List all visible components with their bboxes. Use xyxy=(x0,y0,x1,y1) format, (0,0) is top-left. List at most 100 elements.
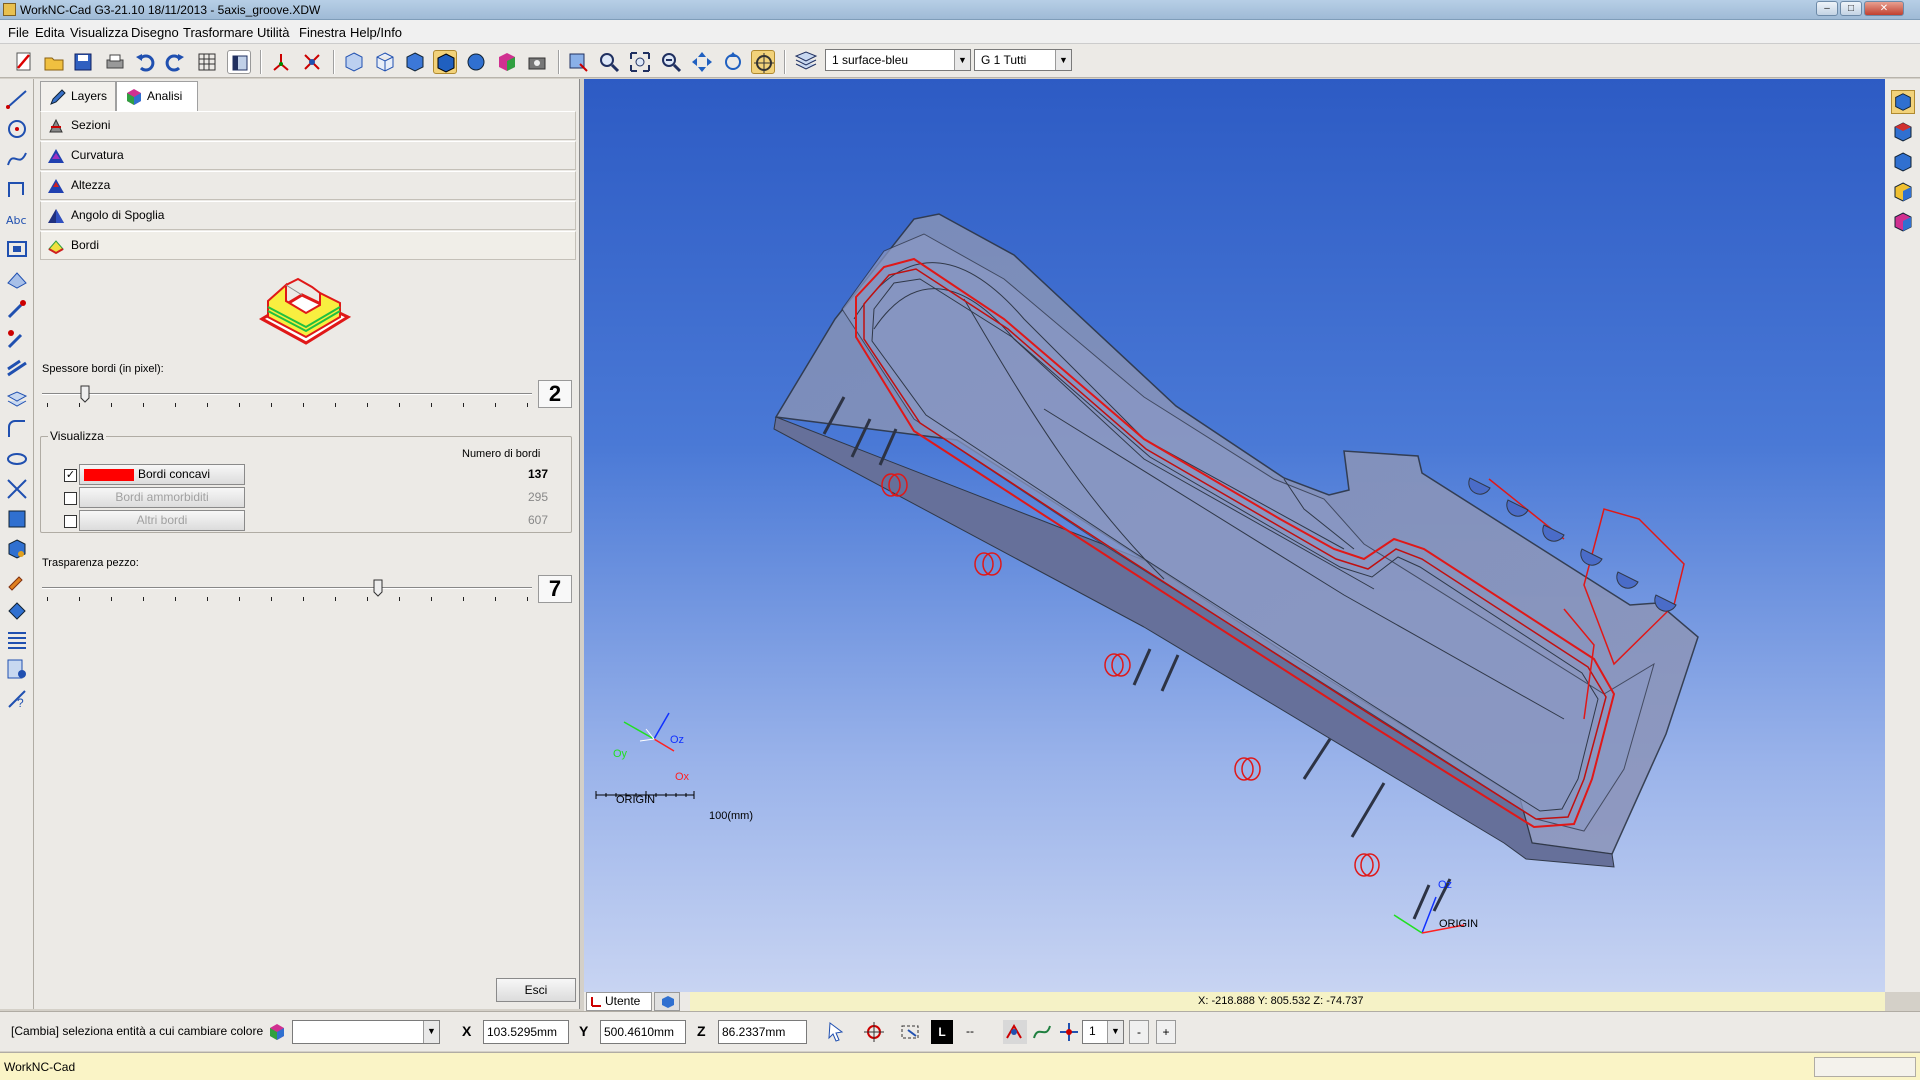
view-cube-top-icon[interactable] xyxy=(1891,120,1915,144)
menu-utilita[interactable]: Utilità xyxy=(257,25,290,40)
z-input[interactable]: 86.2337mm xyxy=(718,1020,807,1044)
section-sezioni[interactable]: Sezioni xyxy=(40,111,576,140)
axis-arrows-icon[interactable] xyxy=(300,50,324,74)
step-select[interactable]: 1 ▼ xyxy=(1082,1020,1124,1044)
section-bordi[interactable]: Bordi xyxy=(40,231,576,260)
trim-tool-icon[interactable] xyxy=(5,327,29,351)
axis-triad-icon[interactable] xyxy=(269,50,293,74)
redo-icon[interactable] xyxy=(163,50,187,74)
surface-tool-icon[interactable] xyxy=(5,267,29,291)
view-color-cube-icon[interactable] xyxy=(495,50,519,74)
maximize-button[interactable]: □ xyxy=(1840,1,1862,16)
circle-tool-icon[interactable] xyxy=(5,117,29,141)
revolve-tool-icon[interactable] xyxy=(5,447,29,471)
zoom-window-icon[interactable] xyxy=(566,50,590,74)
other-edges-checkbox[interactable] xyxy=(64,515,77,528)
tab-3d-view[interactable] xyxy=(654,992,680,1011)
snap-target-icon[interactable] xyxy=(751,50,775,74)
snap-point-icon[interactable] xyxy=(1057,1020,1081,1044)
l-button[interactable]: L xyxy=(931,1020,953,1044)
menu-file[interactable]: File xyxy=(8,25,29,40)
snap-curve-icon[interactable] xyxy=(1030,1020,1054,1044)
line-tool-icon[interactable] xyxy=(5,87,29,111)
minimize-button[interactable]: – xyxy=(1816,1,1838,16)
snap-grid-icon[interactable] xyxy=(1003,1020,1027,1044)
paint-tool-icon[interactable] xyxy=(5,567,29,591)
polyline-tool-icon[interactable] xyxy=(5,177,29,201)
other-edges-button[interactable]: Altri bordi xyxy=(79,510,245,531)
menu-trasformare[interactable]: Trasformare xyxy=(183,25,253,40)
fillet-tool-icon[interactable] xyxy=(5,417,29,441)
solid-tool-icon[interactable] xyxy=(5,537,29,561)
zoom-out-icon[interactable] xyxy=(659,50,683,74)
smoothed-edges-checkbox[interactable] xyxy=(64,492,77,505)
box-tool-icon[interactable] xyxy=(5,507,29,531)
section-curvatura[interactable]: Curvatura xyxy=(40,141,576,170)
rotate-icon[interactable] xyxy=(721,50,745,74)
save-icon[interactable] xyxy=(71,50,95,74)
layers-icon[interactable] xyxy=(794,50,818,74)
plus-button[interactable]: + xyxy=(1156,1020,1176,1044)
pan-icon[interactable] xyxy=(690,50,714,74)
view-shaded-icon[interactable] xyxy=(403,50,427,74)
frame-tool-icon[interactable] xyxy=(5,237,29,261)
slider-thumb[interactable] xyxy=(373,579,383,597)
y-input[interactable]: 500.4610mm xyxy=(600,1020,686,1044)
intersect-tool-icon[interactable] xyxy=(5,477,29,501)
menu-edita[interactable]: Edita xyxy=(35,25,65,40)
view-cube-front-icon[interactable] xyxy=(1891,90,1915,114)
tab-analisi[interactable]: Analisi xyxy=(116,81,198,111)
stack-tool-icon[interactable] xyxy=(5,387,29,411)
view-sphere-icon[interactable] xyxy=(464,50,488,74)
tab-layers[interactable]: Layers xyxy=(40,81,116,111)
section-altezza[interactable]: Altezza xyxy=(40,171,576,200)
text-tool-icon[interactable]: Abc xyxy=(5,207,29,231)
measure-tool-icon[interactable]: ? xyxy=(5,687,29,711)
select-arrow-icon[interactable] xyxy=(825,1020,849,1044)
edge-thickness-slider[interactable] xyxy=(42,379,542,415)
display-mode-icon[interactable] xyxy=(227,50,251,74)
camera-icon[interactable] xyxy=(525,50,549,74)
new-file-icon[interactable] xyxy=(12,50,36,74)
color-cube-icon[interactable] xyxy=(268,1023,286,1041)
close-button[interactable]: ✕ xyxy=(1864,1,1904,16)
menu-visualizza[interactable]: Visualizza xyxy=(70,25,128,40)
section-angolo-di-spoglia[interactable]: Angolo di Spoglia xyxy=(40,201,576,230)
exit-button[interactable]: Esci xyxy=(496,978,576,1002)
view-shaded-edges-icon[interactable] xyxy=(433,50,457,74)
open-file-icon[interactable] xyxy=(42,50,66,74)
select-window-icon[interactable] xyxy=(898,1020,922,1044)
edit-point-tool-icon[interactable] xyxy=(5,297,29,321)
ruled-surface-tool-icon[interactable] xyxy=(5,357,29,381)
app-icon[interactable] xyxy=(3,3,16,16)
group-select[interactable]: G 1 Tutti ▼ xyxy=(974,49,1072,71)
view-cube-iso-icon[interactable] xyxy=(1891,180,1915,204)
minus-button[interactable]: - xyxy=(1129,1020,1149,1044)
eraser-tool-icon[interactable] xyxy=(5,597,29,621)
view-cube-side-icon[interactable] xyxy=(1891,150,1915,174)
3d-viewport[interactable]: Oz Oy Ox ORIGIN 100(mm) Oz ORIGIN xyxy=(584,79,1885,992)
menu-finestra[interactable]: Finestra xyxy=(299,25,346,40)
transparency-slider[interactable] xyxy=(42,573,542,609)
hatch-tool-icon[interactable] xyxy=(5,627,29,651)
spline-tool-icon[interactable] xyxy=(5,147,29,171)
view-wire-icon[interactable] xyxy=(373,50,397,74)
undo-icon[interactable] xyxy=(133,50,157,74)
view-iso-icon[interactable] xyxy=(342,50,366,74)
view-cube-color-icon[interactable] xyxy=(1891,210,1915,234)
menu-help-info[interactable]: Help/Info xyxy=(350,25,402,40)
color-select[interactable]: ▼ xyxy=(292,1020,440,1044)
concave-edges-button[interactable]: Bordi concavi xyxy=(79,464,245,485)
dash-button[interactable]: -- xyxy=(966,1024,974,1038)
select-target-icon[interactable] xyxy=(862,1020,886,1044)
layer-manage-tool-icon[interactable] xyxy=(5,657,29,681)
x-input[interactable]: 103.5295mm xyxy=(483,1020,569,1044)
zoom-fit-icon[interactable] xyxy=(628,50,652,74)
menu-disegno[interactable]: Disegno xyxy=(131,25,179,40)
tab-utente[interactable]: Utente xyxy=(586,992,652,1011)
concave-edges-checkbox[interactable]: ✓ xyxy=(64,469,77,482)
print-icon[interactable] xyxy=(103,50,127,74)
smoothed-edges-button[interactable]: Bordi ammorbiditi xyxy=(79,487,245,508)
grid-icon[interactable] xyxy=(195,50,219,74)
layer-select[interactable]: 1 surface-bleu ▼ xyxy=(825,49,971,71)
